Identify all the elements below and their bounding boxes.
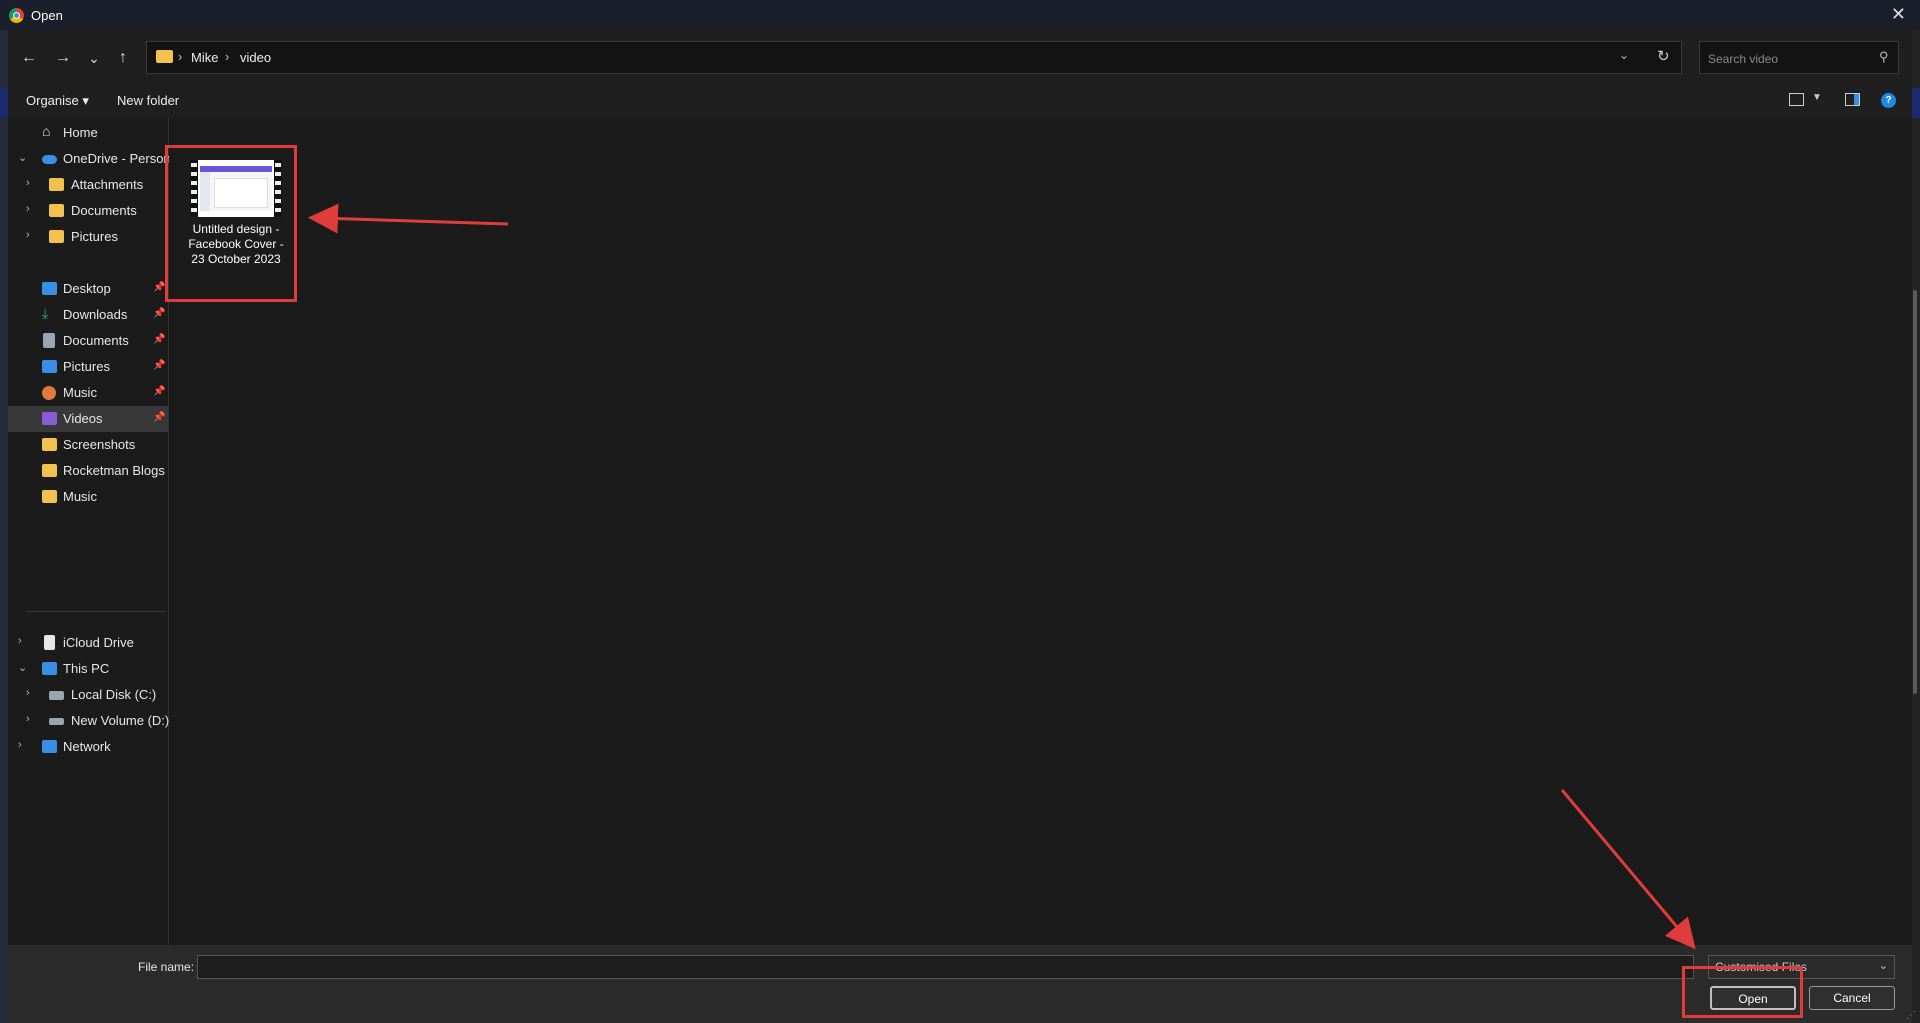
annotation-arrows	[308, 203, 1696, 950]
arrow-to-file	[308, 203, 509, 234]
arrow-to-open	[1560, 789, 1696, 950]
